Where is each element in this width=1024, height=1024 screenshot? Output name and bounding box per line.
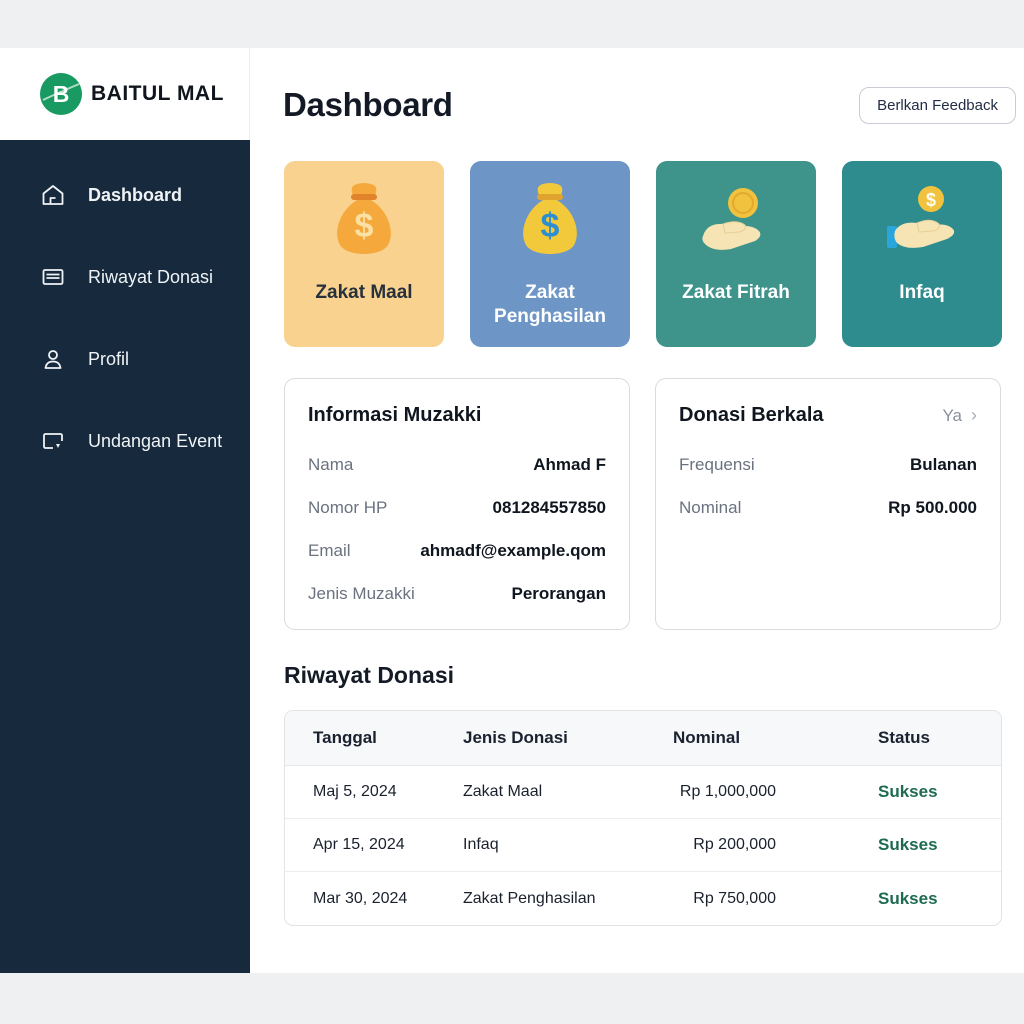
donasi-berkala-card: Donasi Berkala Ya › Frequensi Bulanan No… — [655, 378, 1001, 630]
zakat-card-label: Zakat Maal — [309, 281, 418, 305]
home-icon — [40, 182, 66, 208]
donation-history-table: Tanggal Jenis Donasi Nominal Status Maj … — [284, 710, 1002, 926]
svg-text:B: B — [53, 81, 70, 107]
berkala-toggle[interactable]: Ya › — [942, 405, 977, 426]
hand-coin-icon: $ — [879, 173, 965, 275]
page-title: Dashboard — [283, 86, 453, 124]
status-badge: Sukses — [776, 889, 1001, 909]
berkala-card-title: Donasi Berkala — [679, 404, 824, 427]
cell-tanggal: Mar 30, 2024 — [313, 890, 463, 908]
field-value: Rp 500.000 — [888, 498, 977, 518]
app-window: B BAITUL MAL Dashboard Riwayat Donasi — [0, 48, 1024, 973]
field-label: Nomor HP — [308, 498, 387, 518]
table-header-row: Tanggal Jenis Donasi Nominal Status — [285, 711, 1001, 766]
sidebar-item-label: Riwayat Donasi — [88, 267, 213, 288]
money-bag-icon: $ — [509, 173, 591, 275]
sidebar-item-undangan-event[interactable]: Undangan Event — [0, 400, 250, 482]
user-icon — [40, 346, 66, 372]
berkala-toggle-value: Ya — [942, 406, 962, 426]
field-jenis-muzakki: Jenis Muzakki Perorangan — [308, 572, 606, 615]
table-row: Apr 15, 2024 Infaq Rp 200,000 Sukses — [285, 819, 1001, 872]
cell-nominal: Rp 750,000 — [645, 890, 776, 908]
event-icon — [40, 428, 66, 454]
table-row: Mar 30, 2024 Zakat Penghasilan Rp 750,00… — [285, 872, 1001, 925]
brand-logo-icon: B — [40, 73, 82, 115]
sidebar-item-label: Profil — [88, 349, 129, 370]
field-label: Email — [308, 541, 351, 561]
svg-text:$: $ — [926, 190, 936, 210]
info-cards-row: Informasi Muzakki Nama Ahmad F Nomor HP … — [284, 378, 1001, 630]
field-value: ahmadf@example.qom — [420, 541, 606, 561]
cell-jenis-donasi: Zakat Penghasilan — [463, 890, 645, 908]
zakat-card-label: Zakat Penghasilan — [470, 281, 630, 330]
status-badge: Sukses — [776, 835, 1001, 855]
field-nominal: Nominal Rp 500.000 — [679, 486, 977, 529]
sidebar-item-dashboard[interactable]: Dashboard — [0, 154, 250, 236]
zakat-card-label: Zakat Fitrah — [676, 281, 796, 305]
field-email: Email ahmadf@example.qom — [308, 529, 606, 572]
sidebar-item-label: Undangan Event — [88, 431, 222, 452]
zakat-cards-row: $ Zakat Maal $ Zakat Penghasilan — [284, 161, 1002, 347]
card-zakat-fitrah[interactable]: Zakat Fitrah — [656, 161, 816, 347]
column-header-nominal: Nominal — [645, 728, 776, 748]
card-infaq[interactable]: $ Infaq — [842, 161, 1002, 347]
column-header-tanggal: Tanggal — [313, 728, 463, 748]
field-label: Frequensi — [679, 455, 755, 475]
field-value: Perorangan — [512, 584, 606, 604]
sidebar-item-label: Dashboard — [88, 185, 182, 206]
cell-nominal: Rp 200,000 — [645, 836, 776, 854]
cell-jenis-donasi: Zakat Maal — [463, 783, 645, 801]
field-value: Bulanan — [910, 455, 977, 475]
svg-text:$: $ — [541, 207, 560, 245]
brand-logo: B BAITUL MAL — [0, 48, 250, 140]
list-icon — [40, 264, 66, 290]
field-value: 081284557850 — [493, 498, 606, 518]
history-section-title: Riwayat Donasi — [284, 662, 454, 689]
column-header-status: Status — [776, 728, 1001, 748]
chevron-right-icon: › — [971, 405, 977, 426]
field-label: Nama — [308, 455, 353, 475]
card-zakat-penghasilan[interactable]: $ Zakat Penghasilan — [470, 161, 630, 347]
brand-name: BAITUL MAL — [91, 82, 224, 106]
sidebar-item-profil[interactable]: Profil — [0, 318, 250, 400]
sidebar-item-riwayat-donasi[interactable]: Riwayat Donasi — [0, 236, 250, 318]
zakat-card-label: Infaq — [893, 281, 950, 305]
column-header-jenis-donasi: Jenis Donasi — [463, 728, 645, 748]
muzakki-card-title: Informasi Muzakki — [308, 404, 481, 427]
money-bag-icon: $ — [323, 173, 405, 275]
field-label: Jenis Muzakki — [308, 584, 415, 604]
feedback-button[interactable]: Berlkan Feedback — [859, 87, 1016, 124]
muzakki-info-card: Informasi Muzakki Nama Ahmad F Nomor HP … — [284, 378, 630, 630]
sidebar: B BAITUL MAL Dashboard Riwayat Donasi — [0, 48, 250, 973]
hand-coin-icon — [693, 173, 779, 275]
cell-jenis-donasi: Infaq — [463, 836, 645, 854]
table-row: Maj 5, 2024 Zakat Maal Rp 1,000,000 Suks… — [285, 766, 1001, 819]
field-frequensi: Frequensi Bulanan — [679, 443, 977, 486]
cell-tanggal: Apr 15, 2024 — [313, 836, 463, 854]
field-nomor-hp: Nomor HP 081284557850 — [308, 486, 606, 529]
sidebar-nav: Dashboard Riwayat Donasi Profil — [0, 140, 250, 973]
field-label: Nominal — [679, 498, 741, 518]
cell-tanggal: Maj 5, 2024 — [313, 783, 463, 801]
field-value: Ahmad F — [533, 455, 606, 475]
svg-text:$: $ — [355, 207, 374, 245]
cell-nominal: Rp 1,000,000 — [645, 783, 776, 801]
field-nama: Nama Ahmad F — [308, 443, 606, 486]
card-zakat-maal[interactable]: $ Zakat Maal — [284, 161, 444, 347]
status-badge: Sukses — [776, 782, 1001, 802]
main-content: Dashboard Berlkan Feedback $ Zakat Maal — [250, 48, 1024, 973]
